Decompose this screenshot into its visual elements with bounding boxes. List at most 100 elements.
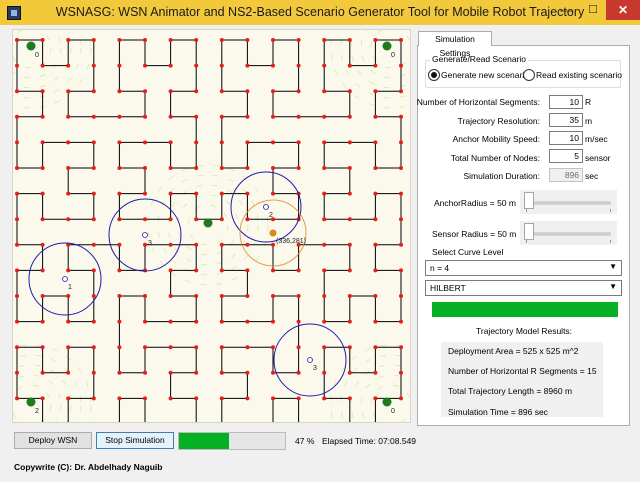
trajectory-point [143, 217, 147, 222]
trajectory-point [194, 63, 199, 68]
trajectory-point [373, 38, 378, 42]
trajectory-point [399, 294, 403, 298]
trajectory-point [322, 242, 327, 247]
field-label-simulation-duration: Simulation Duration: [463, 171, 540, 181]
trajectory-point [271, 166, 275, 170]
curve-type-select[interactable]: HILBERT ▼ [425, 280, 622, 296]
trajectory-point [117, 38, 122, 42]
trajectory-point [271, 191, 275, 196]
deploy-wsn-button[interactable]: Deploy WSN [14, 432, 92, 449]
trajectory-point [91, 89, 96, 94]
radio-generate-new-label[interactable]: Generate new scenario [441, 70, 529, 80]
trajectory-point [15, 191, 19, 196]
trajectory-point [347, 370, 352, 375]
simulation-duration-input: 896 [549, 168, 583, 182]
trajectory-point [117, 294, 122, 298]
trajectory-point [194, 370, 199, 375]
trajectory-point [373, 191, 378, 196]
horizontal-segments-input[interactable]: 10 [549, 95, 583, 109]
trajectory-point [194, 396, 199, 401]
horizontal-segments-unit: R [585, 97, 592, 107]
anchor-radius-slider[interactable] [520, 190, 617, 214]
anchor-node [307, 357, 313, 363]
trajectory-point [296, 345, 301, 350]
trajectory-point [399, 166, 403, 170]
radio-read-existing-label[interactable]: Read existing scenario [536, 70, 622, 80]
trajectory-point [373, 268, 378, 273]
trajectory-point [373, 166, 378, 170]
trajectory-point [296, 396, 301, 401]
field-label-anchor-speed: Anchor Mobility Speed: [452, 134, 540, 144]
trajectory-point [399, 191, 403, 196]
trajectory-point [117, 396, 122, 401]
trajectory-point [245, 370, 250, 375]
trajectory-point [40, 370, 45, 375]
trajectory-point [271, 63, 275, 68]
trajectory-point [143, 140, 147, 145]
trajectory-point [40, 63, 45, 68]
trajectory-point [219, 345, 224, 350]
trajectory-point [168, 242, 173, 247]
trajectory-point [91, 38, 96, 42]
trajectory-point [91, 242, 96, 247]
trajectory-point [271, 370, 275, 375]
trajectory-point [15, 396, 19, 401]
anchor-radius-thumb[interactable] [524, 192, 534, 209]
trajectory-point [91, 166, 96, 170]
trajectory-point [271, 38, 275, 42]
trajectory-point [194, 89, 199, 94]
radio-read-existing[interactable] [523, 69, 535, 81]
trajectory-point [373, 319, 378, 324]
trajectory-point [15, 268, 19, 273]
trajectory-point [245, 268, 250, 273]
tab-simulation-settings[interactable]: Simulation Settings [418, 31, 492, 58]
result-deployment-area: Deployment Area = 525 x 525 m^2 [448, 346, 579, 356]
trajectory-point [347, 140, 352, 145]
trajectory-point [143, 396, 147, 401]
window-title: WSNASG: WSN Animator and NS2-Based Scena… [55, 5, 585, 19]
trajectory-point [347, 345, 352, 350]
trajectory-point [143, 114, 147, 119]
trajectory-point [347, 114, 352, 119]
trajectory-point [194, 38, 199, 42]
trajectory-point [347, 63, 352, 68]
trajectory-point [91, 217, 96, 222]
curve-type-value: HILBERT [430, 283, 466, 293]
trajectory-point [40, 242, 45, 247]
trajectory-point [40, 38, 45, 42]
trajectory-point [117, 268, 122, 273]
trajectory-point [219, 294, 224, 298]
minimize-button[interactable]: — [553, 0, 579, 20]
trajectory-point [194, 294, 199, 298]
trajectory-point [91, 114, 96, 119]
total-nodes-input[interactable]: 5 [549, 149, 583, 163]
simulation-canvas[interactable]: 0 0 2 0 2 3 1 3 (336,281) [12, 29, 411, 423]
trajectory-point [296, 166, 301, 170]
trajectory-point [245, 38, 250, 42]
progress-percent: 47 % [295, 436, 315, 446]
trajectory-point [322, 345, 327, 350]
trajectory-point [322, 191, 327, 196]
trajectory-point [143, 166, 147, 170]
sensor-radius-thumb[interactable] [524, 223, 534, 240]
stop-simulation-button[interactable]: Stop Simulation [96, 432, 174, 449]
result-trajectory-length: Total Trajectory Length = 8960 m [448, 386, 573, 396]
trajectory-point [168, 89, 173, 94]
anchor-speed-input[interactable]: 10 [549, 131, 583, 145]
trajectory-point [117, 217, 122, 222]
trajectory-point [15, 63, 19, 68]
trajectory-point [271, 319, 275, 324]
trajectory-point [168, 63, 173, 68]
trajectory-point [66, 191, 71, 196]
trajectory-point [143, 38, 147, 42]
robot-coordinate-label: (336,281) [276, 238, 306, 245]
radio-generate-new[interactable] [428, 69, 440, 81]
trajectory-point [399, 370, 403, 375]
sensor-radius-slider[interactable] [520, 221, 617, 245]
trajectory-resolution-input[interactable]: 35 [549, 113, 583, 127]
result-horizontal-segments: Number of Horizontal R Segments = 15 [448, 366, 597, 376]
trajectory-point [322, 319, 327, 324]
maximize-button[interactable]: ☐ [580, 0, 606, 20]
curve-level-select[interactable]: n = 4 ▼ [425, 260, 622, 276]
close-button[interactable]: ✕ [606, 0, 640, 20]
